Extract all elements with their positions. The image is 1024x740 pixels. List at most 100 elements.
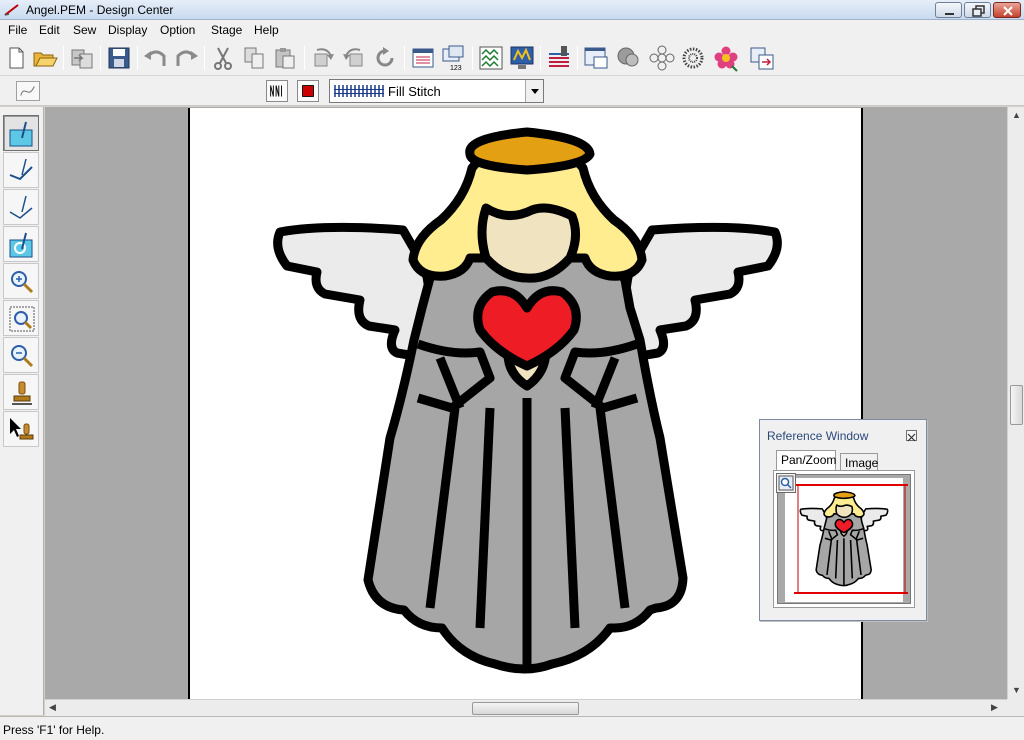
vertical-scrollbar[interactable]: ▲ ▼	[1007, 107, 1024, 699]
angel-left-wing[interactable]	[273, 222, 436, 363]
stitch-type-combo[interactable]: Fill Stitch	[329, 79, 544, 103]
cut-icon[interactable]	[209, 44, 237, 72]
toolbar-separator	[204, 46, 205, 70]
toolbar-separator	[63, 46, 64, 70]
left-toolbar	[0, 107, 44, 715]
realistic-preview-icon[interactable]	[508, 44, 536, 72]
import-icon[interactable]	[68, 44, 96, 72]
reference-thumbnail[interactable]	[777, 474, 911, 604]
dropdown-arrow-icon[interactable]	[525, 80, 543, 102]
line-stitch-tool-icon	[9, 158, 33, 181]
copy-icon[interactable]	[240, 44, 268, 72]
scroll-up-icon[interactable]: ▲	[1012, 110, 1021, 120]
outline-stitch-tool-button[interactable]	[3, 189, 39, 225]
stamp-icon	[12, 381, 32, 405]
angel-right-wing[interactable]	[619, 222, 782, 363]
maximize-button[interactable]	[964, 2, 991, 18]
select-stamp-icon	[10, 418, 34, 440]
scroll-down-icon[interactable]: ▼	[1012, 685, 1021, 695]
fill-stitch-icon	[334, 85, 384, 97]
fill-stitch-tool-icon	[9, 121, 33, 147]
menu-option[interactable]: Option	[160, 23, 195, 37]
toolbar-separator	[577, 46, 578, 70]
rotate-right-icon[interactable]	[340, 44, 368, 72]
rotate-left-icon[interactable]	[309, 44, 337, 72]
main-toolbar: 123	[0, 40, 1024, 76]
redo-icon[interactable]	[172, 44, 200, 72]
region-tool-button[interactable]	[3, 226, 39, 262]
zoom-out-icon	[11, 345, 34, 368]
toolbar-separator	[472, 46, 473, 70]
menu-stage[interactable]: Stage	[211, 23, 242, 37]
fit-view-button[interactable]	[776, 473, 796, 493]
new-icon[interactable]	[2, 44, 30, 72]
sewing-order-icon[interactable]: 123	[440, 44, 468, 72]
zoom-in-icon	[11, 271, 34, 294]
title-bar: Angel.PEM - Design Center	[0, 0, 1024, 20]
refresh-icon[interactable]	[371, 44, 399, 72]
stitch-type-value: Fill Stitch	[388, 84, 441, 99]
reference-window[interactable]: Reference Window Pan/Zoom Image	[759, 419, 927, 621]
toolbar-separator	[540, 46, 541, 70]
shape-icon[interactable]	[615, 44, 643, 72]
stamp-button[interactable]	[3, 374, 39, 410]
zigzag-icon[interactable]	[477, 44, 505, 72]
toolbar-separator	[404, 46, 405, 70]
scroll-left-icon[interactable]: ◀	[49, 702, 56, 713]
close-button[interactable]	[993, 2, 1021, 18]
scroll-corner	[1007, 699, 1024, 716]
line-stitch-tool-button[interactable]	[3, 152, 39, 188]
menu-file[interactable]: File	[8, 23, 27, 37]
fill-stitch-tool-button[interactable]	[3, 115, 39, 151]
zoom-out-button[interactable]	[3, 337, 39, 373]
send-to-card-icon[interactable]	[545, 44, 573, 72]
toolbar-separator	[304, 46, 305, 70]
line-tool-icon[interactable]	[16, 81, 40, 101]
zoom-fit-icon	[9, 306, 35, 332]
toolbar-separator	[137, 46, 138, 70]
minimize-button[interactable]	[935, 2, 962, 18]
menu-display[interactable]: Display	[108, 23, 147, 37]
toolbar-separator	[100, 46, 101, 70]
horizontal-scroll-thumb[interactable]	[472, 702, 579, 715]
horizontal-scrollbar[interactable]: ◀ ▶	[45, 699, 1007, 716]
menu-sew[interactable]: Sew	[73, 23, 96, 37]
reference-panel	[773, 470, 915, 608]
outline-stitch-tool-icon	[9, 195, 33, 219]
angel-halo[interactable]	[465, 127, 595, 175]
stitch-preview-icon[interactable]	[409, 44, 437, 72]
menu-bar: File Edit Sew Display Option Stage Help	[0, 20, 1024, 40]
menu-edit[interactable]: Edit	[39, 23, 60, 37]
zoom-fit-button[interactable]	[3, 300, 39, 336]
vertical-scroll-thumb[interactable]	[1010, 385, 1023, 425]
fit-view-icon	[778, 475, 794, 491]
paste-icon[interactable]	[271, 44, 299, 72]
angel-face[interactable]	[477, 203, 580, 283]
layout-icon[interactable]	[748, 44, 776, 72]
status-text: Press 'F1' for Help.	[3, 723, 105, 737]
reference-window-title: Reference Window	[767, 429, 869, 443]
stitch-type-icon[interactable]	[266, 80, 288, 102]
undo-icon[interactable]	[142, 44, 170, 72]
app-icon	[4, 4, 19, 16]
color-flower-icon[interactable]	[712, 44, 740, 72]
view-rectangle[interactable]	[778, 475, 911, 604]
dotted-flower-icon[interactable]	[679, 44, 707, 72]
scroll-right-icon[interactable]: ▶	[991, 702, 998, 713]
svg-text:123: 123	[450, 65, 462, 72]
flower-outline-icon[interactable]	[648, 44, 676, 72]
tab-pan-zoom[interactable]: Pan/Zoom	[776, 450, 836, 471]
reference-close-button[interactable]	[906, 430, 917, 442]
reference-window-icon[interactable]	[582, 44, 610, 72]
window-title: Angel.PEM - Design Center	[26, 3, 174, 17]
open-icon[interactable]	[31, 44, 59, 72]
tab-image[interactable]: Image	[840, 453, 878, 471]
status-bar: Press 'F1' for Help.	[0, 716, 1024, 740]
menu-help[interactable]: Help	[254, 23, 279, 37]
zoom-in-button[interactable]	[3, 263, 39, 299]
region-tool-icon	[9, 232, 33, 258]
thread-color-button[interactable]	[297, 80, 319, 102]
close-icon	[907, 433, 916, 442]
save-icon[interactable]	[105, 44, 133, 72]
select-stamp-button[interactable]	[3, 411, 39, 447]
